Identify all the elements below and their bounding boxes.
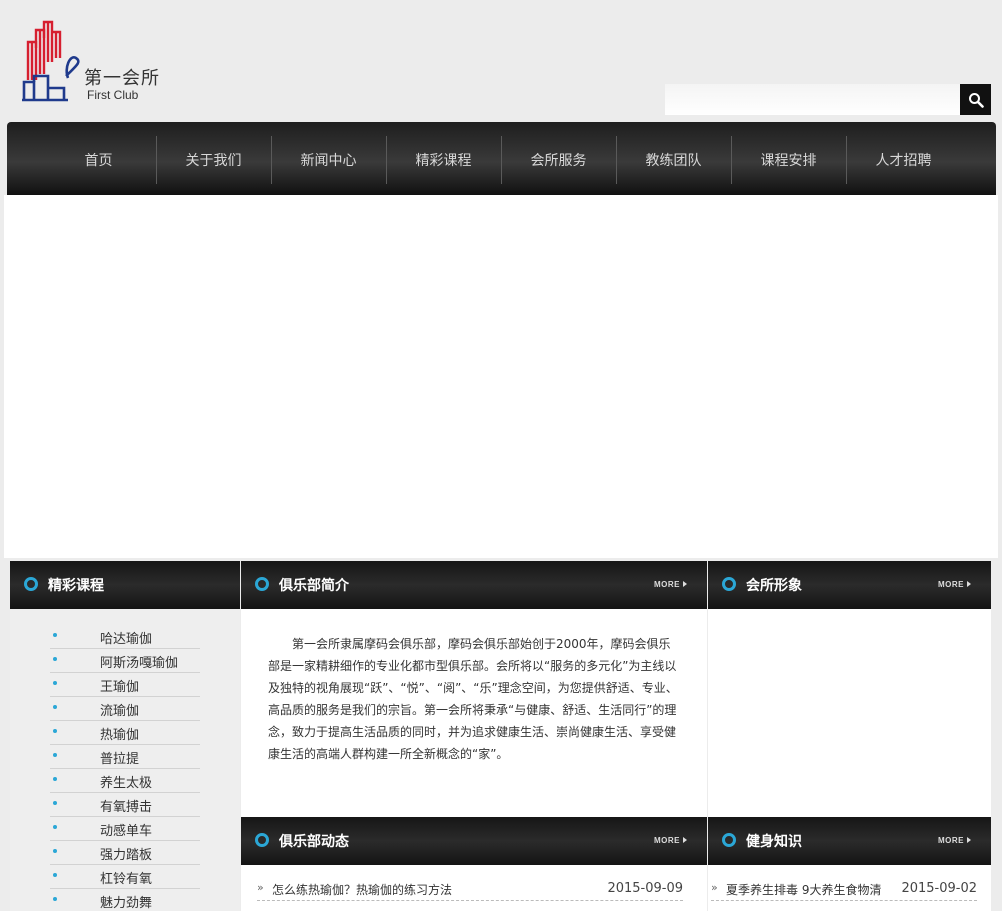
course-label[interactable]: 养生太极	[100, 772, 152, 791]
search-button[interactable]	[960, 84, 991, 115]
image-more-link[interactable]: MORE	[938, 580, 971, 589]
intro-more-link[interactable]: MORE	[654, 580, 687, 589]
bullet-icon	[53, 681, 57, 685]
nav-item-services[interactable]: 会所服务	[501, 136, 616, 184]
knowledge-title: 健身知识	[746, 834, 802, 850]
news-item-title[interactable]: 怎么练热瑜伽？热瑜伽的练习方法	[272, 881, 452, 898]
nav-item-home[interactable]: 首页	[41, 136, 156, 184]
bullet-icon	[53, 777, 57, 781]
ring-icon	[255, 833, 269, 847]
course-label[interactable]: 魅力劲舞	[100, 892, 152, 911]
news-item-date: 2015-09-09	[607, 881, 683, 896]
news-panel-header: 俱乐部动态 MORE	[241, 817, 707, 865]
logo-building-icon	[22, 20, 80, 102]
bullet-icon	[53, 801, 57, 805]
courses-panel-header: 精彩课程	[10, 561, 240, 609]
knowledge-list: » 夏季养生排毒 9大养生食物清 2015-09-02	[708, 865, 991, 911]
bullet-icon	[53, 705, 57, 709]
course-item[interactable]: 动感单车	[50, 817, 200, 841]
double-chevron-icon: »	[257, 881, 264, 894]
course-label[interactable]: 流瑜伽	[100, 700, 139, 719]
course-label[interactable]: 杠铃有氧	[100, 868, 152, 887]
course-label[interactable]: 热瑜伽	[100, 724, 139, 743]
course-item[interactable]: 强力踏板	[50, 841, 200, 865]
knowledge-item-title[interactable]: 夏季养生排毒 9大养生食物清	[726, 881, 881, 898]
course-item[interactable]: 魅力劲舞	[50, 889, 200, 911]
intro-title: 俱乐部简介	[279, 578, 349, 594]
banner-area	[4, 195, 998, 558]
bullet-icon	[53, 657, 57, 661]
logo[interactable]: 第一会所 First Club	[20, 18, 180, 108]
nav-item-about[interactable]: 关于我们	[156, 136, 271, 184]
nav-item-news[interactable]: 新闻中心	[271, 136, 386, 184]
image-panel-title: 会所形象	[746, 578, 802, 594]
course-label[interactable]: 阿斯汤嘎瑜伽	[100, 652, 178, 671]
knowledge-item-date: 2015-09-02	[901, 881, 977, 896]
ring-icon	[722, 577, 736, 591]
nav-item-careers[interactable]: 人才招聘	[846, 136, 961, 184]
header: 第一会所 First Club	[0, 0, 1002, 120]
course-label[interactable]: 普拉提	[100, 748, 139, 767]
double-chevron-icon: »	[711, 881, 718, 894]
search-input[interactable]	[665, 84, 960, 115]
intro-panel-header: 俱乐部简介 MORE	[241, 561, 707, 609]
image-panel-header: 会所形象 MORE	[708, 561, 991, 609]
course-item[interactable]: 养生太极	[50, 769, 200, 793]
bullet-icon	[53, 849, 57, 853]
course-item[interactable]: 阿斯汤嘎瑜伽	[50, 649, 200, 673]
knowledge-panel-header: 健身知识 MORE	[708, 817, 991, 865]
intro-body: 第一会所隶属摩码会俱乐部，摩码会俱乐部始创于2000年，摩码会俱乐部是一家精耕细…	[241, 609, 707, 817]
courses-title: 精彩课程	[48, 578, 104, 594]
ring-icon	[722, 833, 736, 847]
knowledge-row[interactable]: » 夏季养生排毒 9大养生食物清 2015-09-02	[711, 877, 977, 901]
bullet-icon	[53, 729, 57, 733]
ring-icon	[24, 577, 38, 591]
course-item[interactable]: 普拉提	[50, 745, 200, 769]
course-item[interactable]: 哈达瑜伽	[50, 625, 200, 649]
bullet-icon	[53, 825, 57, 829]
bullet-icon	[53, 633, 57, 637]
ring-icon	[255, 577, 269, 591]
logo-chinese-text: 第一会所	[84, 68, 160, 89]
bullet-icon	[53, 873, 57, 877]
course-label[interactable]: 有氧搏击	[100, 796, 152, 815]
bullet-icon	[53, 753, 57, 757]
course-item[interactable]: 流瑜伽	[50, 697, 200, 721]
course-label[interactable]: 哈达瑜伽	[100, 628, 152, 647]
bullet-icon	[53, 897, 57, 901]
course-label[interactable]: 动感单车	[100, 820, 152, 839]
news-row[interactable]: » 怎么练热瑜伽？热瑜伽的练习方法 2015-09-09	[257, 877, 683, 901]
intro-text: 第一会所隶属摩码会俱乐部，摩码会俱乐部始创于2000年，摩码会俱乐部是一家精耕细…	[268, 637, 678, 761]
news-title: 俱乐部动态	[279, 834, 349, 850]
nav-item-courses[interactable]: 精彩课程	[386, 136, 501, 184]
knowledge-more-link[interactable]: MORE	[938, 836, 971, 845]
main-nav: 首页 关于我们 新闻中心 精彩课程 会所服务 教练团队 课程安排 人才招聘	[7, 122, 996, 195]
course-label[interactable]: 强力踏板	[100, 844, 152, 863]
course-item[interactable]: 有氧搏击	[50, 793, 200, 817]
nav-item-coaches[interactable]: 教练团队	[616, 136, 731, 184]
search-icon	[968, 92, 984, 108]
image-panel-body	[708, 609, 991, 817]
course-item[interactable]: 王瑜伽	[50, 673, 200, 697]
logo-english-text: First Club	[87, 88, 139, 102]
nav-item-schedule[interactable]: 课程安排	[731, 136, 846, 184]
course-item[interactable]: 热瑜伽	[50, 721, 200, 745]
news-more-link[interactable]: MORE	[654, 836, 687, 845]
course-label[interactable]: 王瑜伽	[100, 676, 139, 695]
news-list: » 怎么练热瑜伽？热瑜伽的练习方法 2015-09-09	[241, 865, 707, 911]
course-item[interactable]: 杠铃有氧	[50, 865, 200, 889]
courses-list: 哈达瑜伽 阿斯汤嘎瑜伽 王瑜伽 流瑜伽 热瑜伽 普拉提 养生太极 有氧搏击 动感…	[10, 609, 240, 911]
